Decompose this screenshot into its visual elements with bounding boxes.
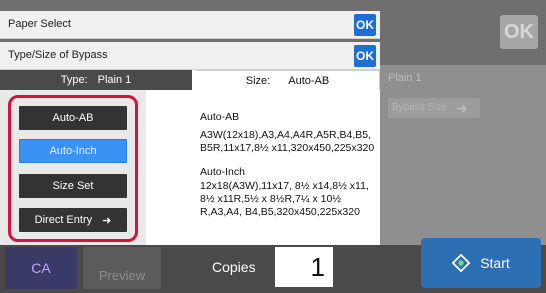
auto-inch-button[interactable]: Auto-Inch [19, 139, 127, 163]
start-label: Start [480, 255, 510, 271]
copies-label: Copies [212, 259, 256, 275]
ca-label: CA [31, 260, 51, 276]
auto-inch-label: Auto-Inch [49, 145, 97, 157]
tab-type[interactable]: Type: Plain 1 [0, 70, 192, 90]
tab-size[interactable]: Size: Auto-AB [196, 70, 380, 90]
background-panel [380, 65, 546, 245]
right-arrow-icon: ➜ [102, 214, 112, 227]
auto-ab-sizes: A3W(12x18),A3,A4,A4R,A5R,B4,B5, B5R,11x1… [200, 129, 375, 154]
tab-size-value: Auto-AB [288, 74, 330, 87]
auto-inch-sizes: 12x18(A3W),11x17, 8½ x14,8½ x11, 8½ x11R… [200, 180, 369, 218]
direct-entry-label: Direct Entry [34, 214, 93, 226]
start-icon [452, 254, 471, 272]
tab-size-label: Size: [245, 74, 271, 87]
size-set-label: Size Set [52, 180, 94, 192]
paper-select-ok-button[interactable]: OK [354, 14, 376, 36]
auto-ab-label: Auto-AB [52, 112, 94, 124]
bypass-ok-button[interactable]: OK [354, 45, 376, 67]
tab-type-label: Type: [60, 74, 88, 86]
bypass-title: Type/Size of Bypass [8, 49, 108, 61]
tab-type-value: Plain 1 [97, 74, 132, 86]
ca-button[interactable]: CA [5, 247, 77, 289]
auto-ab-button[interactable]: Auto-AB [19, 106, 127, 130]
preview-button[interactable]: Preview [83, 247, 161, 289]
copies-input[interactable]: 1 [275, 247, 333, 287]
direct-entry-button[interactable]: Direct Entry ➜ [19, 208, 127, 232]
size-set-button[interactable]: Size Set [19, 174, 127, 198]
start-button[interactable]: Start [421, 238, 541, 288]
background-ok-button[interactable]: OK [500, 15, 538, 49]
right-arrow-icon: ➜ [456, 100, 468, 116]
preview-label: Preview [98, 267, 146, 283]
auto-ab-title: Auto-AB [200, 111, 240, 123]
bypass-header: Type/Size of Bypass OK [0, 42, 380, 70]
auto-inch-title: Auto-Inch [200, 166, 245, 178]
paper-select-header: Paper Select OK [0, 11, 380, 39]
background-plain-tag: Plain 1 [388, 72, 422, 84]
paper-select-title: Paper Select [8, 18, 71, 30]
